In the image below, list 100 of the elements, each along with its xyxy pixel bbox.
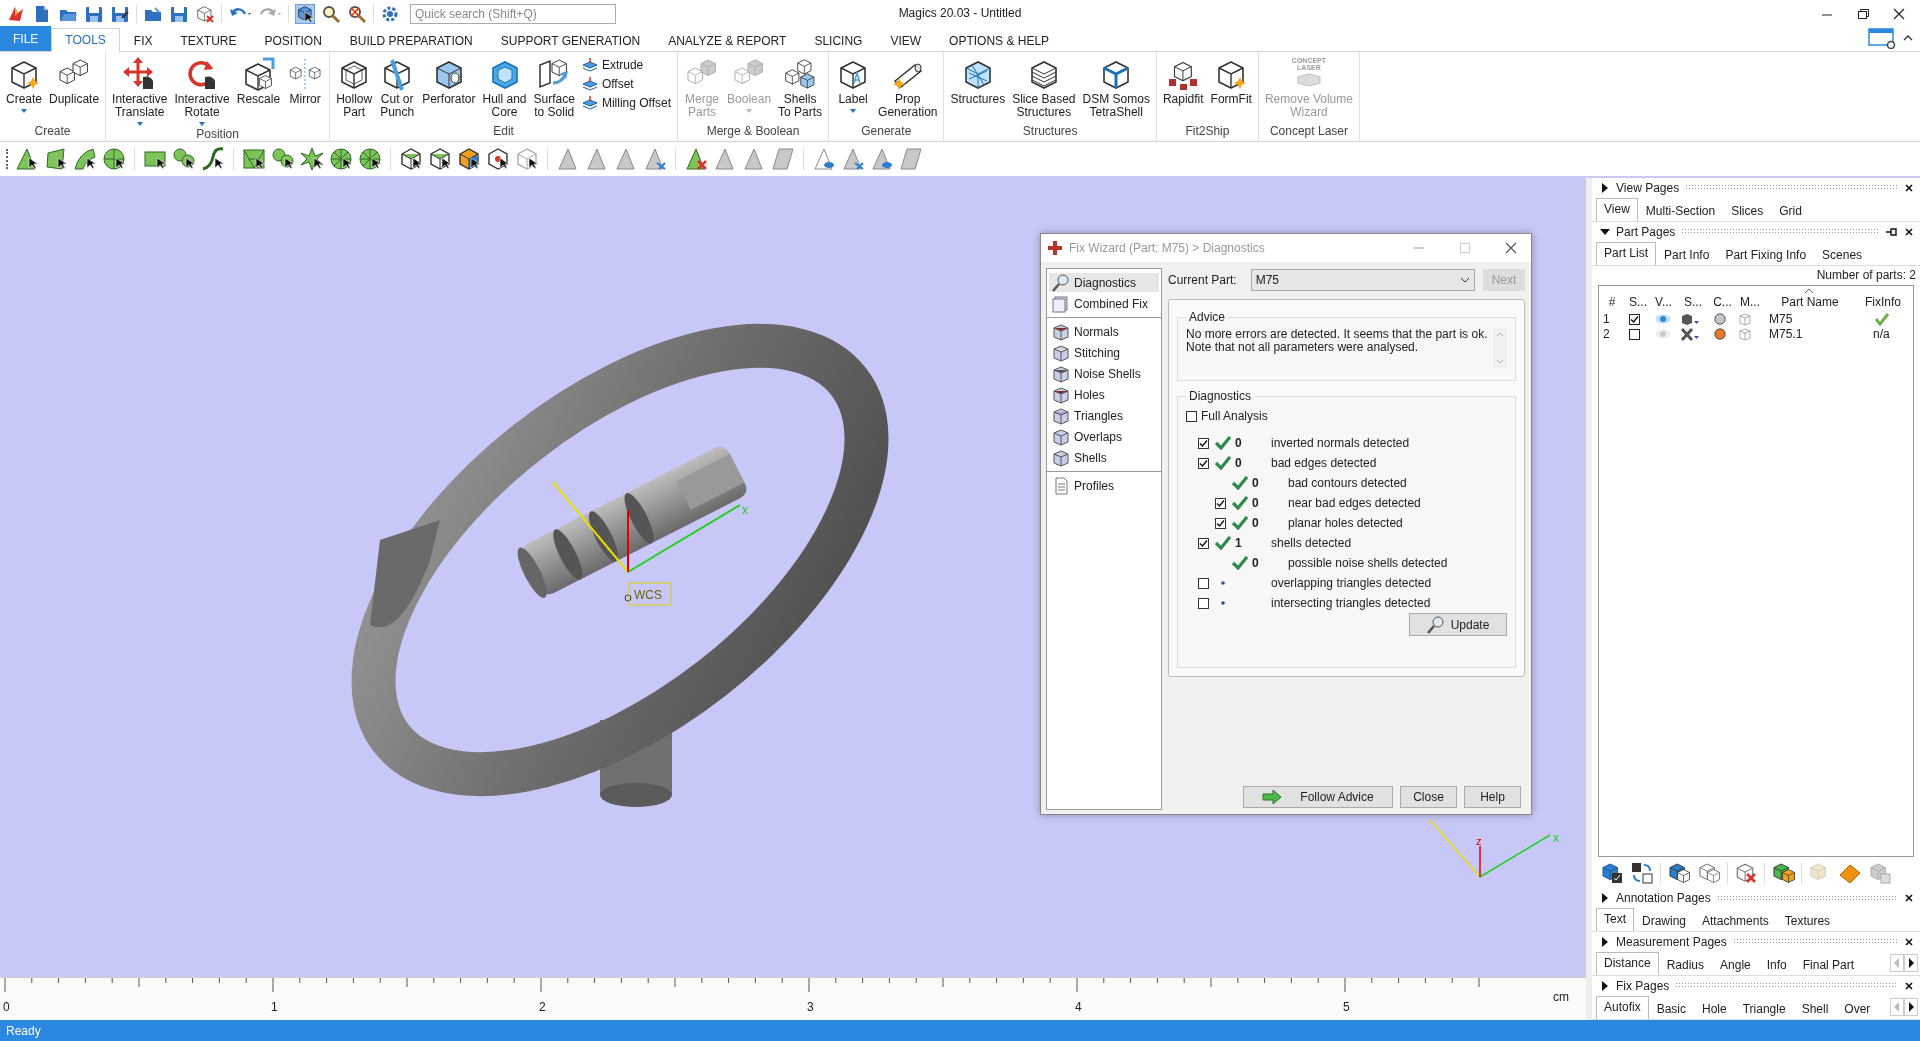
nav-item[interactable]: Profiles [1049, 476, 1159, 495]
axis-label: x [742, 503, 748, 517]
section-title: Fix Pages [1616, 978, 1670, 993]
tab[interactable]: Drawing [1634, 910, 1695, 932]
field-label: Current Part: [1168, 273, 1237, 287]
column-header[interactable]: FixInfo [1865, 294, 1901, 309]
tab[interactable]: Attachments [1694, 910, 1777, 932]
ribbon-button[interactable]: Shells To Parts [775, 54, 826, 119]
group-label: Create [33, 124, 72, 140]
nav-item[interactable]: Holes [1049, 385, 1159, 404]
column-header[interactable]: # [1608, 294, 1616, 309]
ribbon-button[interactable]: Interactive Translate [109, 54, 171, 127]
tab[interactable]: Radius [1658, 954, 1713, 976]
wcs-label: WCS [634, 588, 662, 602]
ribbon-button[interactable]: Surface to Solid [530, 54, 578, 119]
follow-advice-button[interactable]: Follow Advice [1243, 786, 1393, 808]
ribbon-button[interactable]: Cut or Punch [376, 54, 419, 119]
ribbon-tab[interactable]: TEXTURE [166, 29, 251, 52]
tab[interactable]: Over [1836, 998, 1879, 1019]
tab[interactable]: Angle [1712, 954, 1759, 976]
count-value: 0 [1252, 496, 1259, 510]
ribbon-button[interactable]: Rapidfit [1159, 54, 1207, 106]
ribbon-button[interactable]: Hollow Part [333, 54, 376, 119]
column-header[interactable]: M... [1740, 294, 1760, 309]
check-label: overlapping triangles detected [1271, 576, 1432, 590]
nav-item[interactable]: Normals [1049, 322, 1159, 341]
tab[interactable]: Multi-Section [1637, 199, 1724, 221]
ribbon-button[interactable]: Structures [947, 54, 1009, 106]
dialog-title: Fix Wizard (Part: M75) > Diagnostics [1069, 241, 1266, 255]
update-button[interactable]: Update [1409, 613, 1507, 636]
count-value: 0 [1252, 516, 1259, 530]
tab[interactable]: Text [1596, 908, 1634, 932]
nav-item[interactable]: Diagnostics [1049, 273, 1159, 292]
tab[interactable]: Part List [1596, 241, 1656, 265]
tab[interactable]: Part Fixing Info [1717, 243, 1815, 265]
ribbon-button[interactable]: Rescale [233, 54, 284, 106]
check-label: planar holes detected [1288, 516, 1403, 530]
tab[interactable]: Hole [1694, 998, 1735, 1019]
tab[interactable]: Final Part [1794, 954, 1863, 976]
ribbon-tab[interactable]: BUILD PREPARATION [335, 29, 487, 52]
part-dropdown[interactable]: M75 [1250, 269, 1475, 291]
ribbon-tab[interactable]: SUPPORT GENERATION [486, 29, 655, 52]
dialog-button[interactable]: Close [1400, 786, 1457, 808]
column-header[interactable]: V... [1655, 294, 1672, 309]
ribbon-tab[interactable]: ANALYZE & REPORT [654, 29, 801, 52]
tab[interactable]: Shell [1793, 998, 1837, 1019]
column-header[interactable]: S... [1684, 294, 1702, 309]
ribbon-tab[interactable]: POSITION [250, 29, 336, 52]
column-header[interactable]: C... [1713, 294, 1732, 309]
tab[interactable]: Autofix [1596, 996, 1649, 1019]
search-field[interactable]: Quick search (Shift+Q) [410, 3, 616, 24]
dialog-button[interactable]: Help [1464, 786, 1521, 808]
check-label: possible noise shells detected [1288, 556, 1448, 570]
nav-item[interactable]: Shells [1049, 448, 1159, 467]
ribbon-button[interactable]: Slice Based Structures [1009, 54, 1079, 119]
ribbon-button[interactable]: Perforator [419, 54, 479, 106]
ribbon-button[interactable]: Hull and Core [479, 54, 530, 119]
ribbon-button[interactable]: Milling Offset [578, 94, 675, 112]
nav-item[interactable]: Combined Fix [1049, 294, 1159, 313]
ribbon-tab[interactable]: SLICING [800, 29, 877, 52]
part-count: Number of parts: 2 [1815, 266, 1917, 284]
ribbon-button[interactable]: Label [832, 54, 875, 114]
ribbon-button[interactable]: DSM Somos TetraShell [1079, 54, 1153, 119]
tab[interactable]: Triangle [1734, 998, 1794, 1019]
ribbon-button[interactable]: Extrude [578, 56, 675, 74]
ribbon-tab[interactable]: FILE [0, 26, 52, 51]
ribbon-button[interactable]: Duplicate [46, 54, 103, 106]
ribbon-tab[interactable]: OPTIONS & HELP [935, 29, 1064, 52]
group-label: Edit [492, 124, 515, 140]
count-value: 0 [1235, 456, 1242, 470]
ribbon-button[interactable]: Create [3, 54, 46, 114]
tab[interactable]: Part Info [1656, 243, 1718, 265]
ruler-label: 5 [1343, 1000, 1350, 1014]
nav-item[interactable]: Noise Shells [1049, 364, 1159, 383]
ribbon-button[interactable]: Mirror [284, 54, 327, 106]
column-header[interactable]: S... [1629, 294, 1647, 309]
nav-item[interactable]: Triangles [1049, 406, 1159, 425]
check-label: near bad edges detected [1288, 496, 1421, 510]
ribbon-button[interactable]: Offset [578, 75, 675, 93]
ribbon-tab[interactable]: FIX [119, 29, 167, 52]
nav-item[interactable]: Overlaps [1049, 427, 1159, 446]
tab[interactable]: Slices [1723, 199, 1772, 221]
tab[interactable]: Scenes [1814, 243, 1871, 265]
tab[interactable]: Info [1758, 954, 1795, 976]
tab[interactable]: Grid [1771, 199, 1810, 221]
nav-item[interactable]: Stitching [1049, 343, 1159, 362]
ribbon-button[interactable]: Prop Generation [875, 54, 941, 119]
ribbon-tab[interactable]: TOOLS [51, 28, 120, 52]
tab[interactable]: Textures [1776, 910, 1839, 932]
column-header[interactable]: Part Name [1781, 294, 1839, 309]
ribbon-tab[interactable]: VIEW [876, 29, 936, 52]
tab[interactable]: Basic [1648, 998, 1695, 1019]
tab[interactable]: View [1596, 197, 1638, 221]
ribbon-button[interactable]: Interactive Rotate [171, 54, 233, 127]
ribbon-button[interactable]: FormFit [1207, 54, 1255, 106]
count-value: 0 [1252, 476, 1259, 490]
count-value: 1 [1235, 536, 1242, 550]
table-cell: n/a [1873, 327, 1890, 342]
tab[interactable]: Distance [1596, 952, 1659, 976]
ruler-label: 1 [271, 1000, 278, 1014]
